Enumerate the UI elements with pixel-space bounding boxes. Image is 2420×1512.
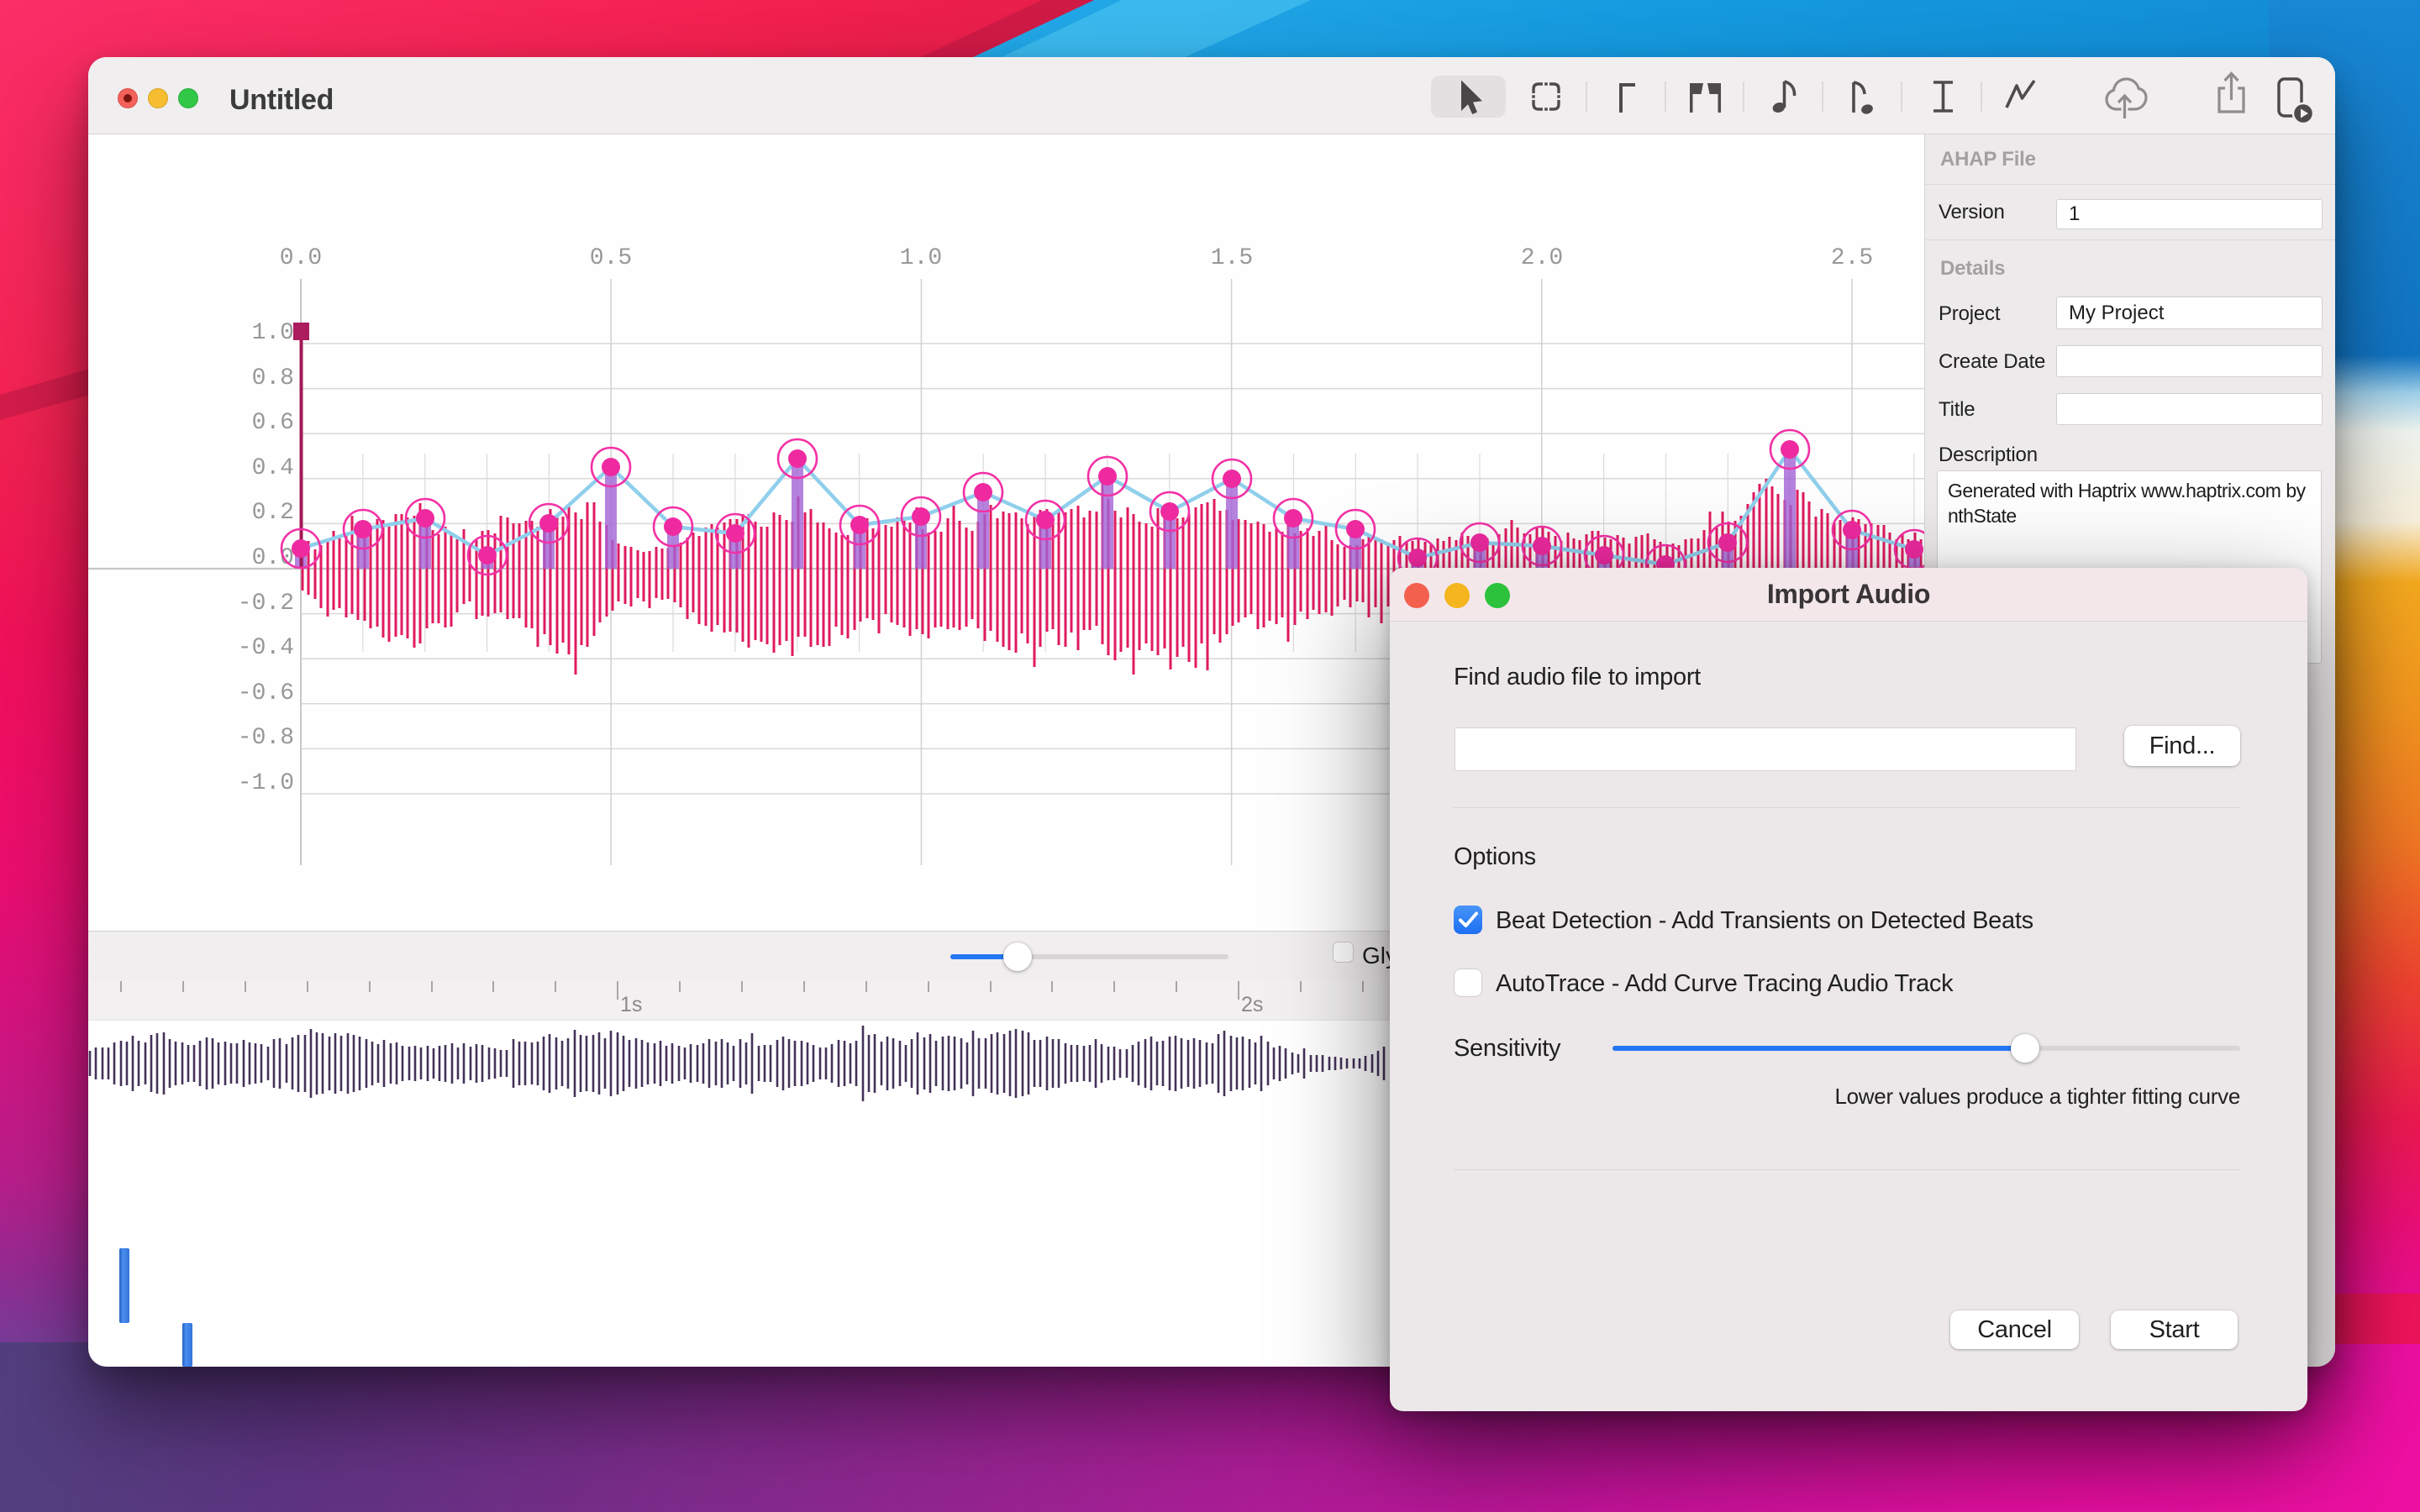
svg-text:1.0: 1.0 <box>252 320 294 346</box>
svg-text:0.4: 0.4 <box>252 455 294 481</box>
svg-text:-0.6: -0.6 <box>238 680 294 706</box>
svg-text:-1.0: -1.0 <box>238 770 294 796</box>
svg-text:0.0: 0.0 <box>280 245 322 271</box>
svg-text:-0.4: -0.4 <box>238 635 294 661</box>
svg-text:-0.2: -0.2 <box>238 591 294 617</box>
svg-text:0.8: 0.8 <box>252 365 294 391</box>
svg-text:0.6: 0.6 <box>252 410 294 436</box>
svg-text:2.0: 2.0 <box>1521 245 1563 271</box>
svg-text:1.0: 1.0 <box>900 245 942 271</box>
svg-text:0.2: 0.2 <box>252 500 294 526</box>
svg-text:0.5: 0.5 <box>590 245 632 271</box>
svg-text:0.0: 0.0 <box>252 545 294 571</box>
svg-text:2.5: 2.5 <box>1831 245 1873 271</box>
svg-text:-0.8: -0.8 <box>238 725 294 751</box>
svg-text:1.5: 1.5 <box>1211 245 1253 271</box>
